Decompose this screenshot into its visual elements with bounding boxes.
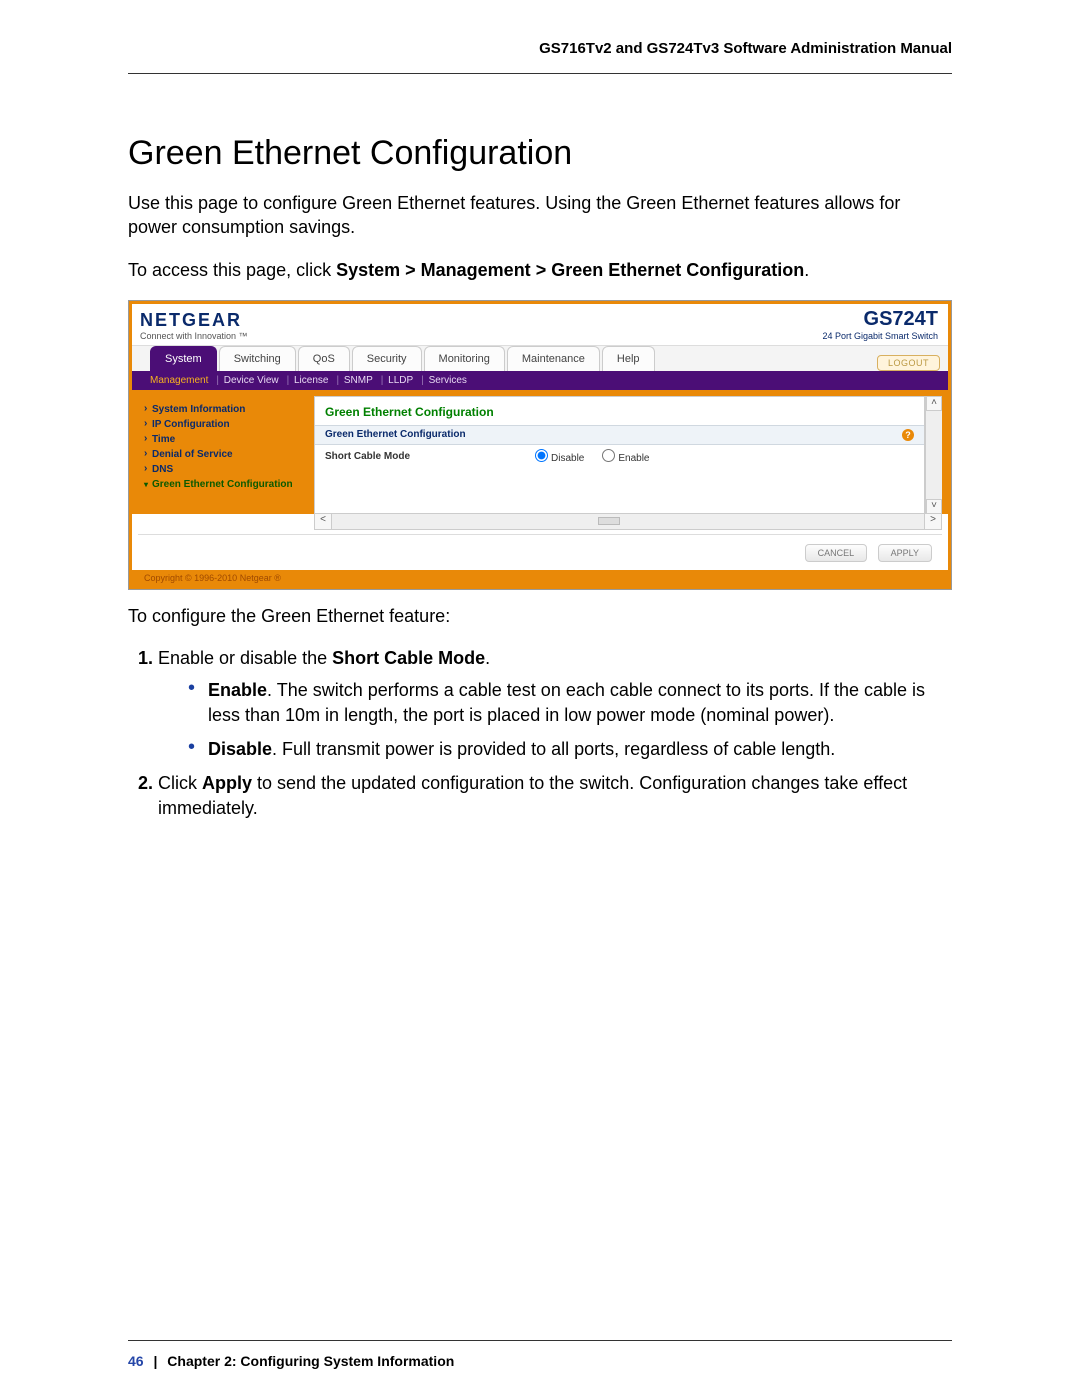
access-sep2: >	[531, 260, 552, 280]
sidebar-item-ipconfig[interactable]: IP Configuration	[144, 417, 308, 432]
sidebar-item-dos[interactable]: Denial of Service	[144, 447, 308, 462]
row-label: Short Cable Mode	[325, 451, 535, 462]
access-paragraph: To access this page, click System > Mana…	[128, 258, 952, 282]
hscroll-grip[interactable]	[598, 517, 620, 525]
page-number: 46	[128, 1353, 144, 1369]
access-path-management: Management	[421, 260, 531, 280]
access-suffix: .	[804, 260, 809, 280]
ui-screenshot: NETGEAR Connect with Innovation ™ GS724T…	[128, 300, 952, 590]
subnav-license[interactable]: License	[294, 375, 328, 386]
brand-block: NETGEAR Connect with Innovation ™	[140, 310, 248, 341]
model-block: GS724T 24 Port Gigabit Smart Switch	[822, 308, 938, 341]
step2-bold: Apply	[202, 773, 252, 793]
panel-header-label: Green Ethernet Configuration	[325, 429, 466, 440]
tab-monitoring[interactable]: Monitoring	[424, 346, 505, 371]
tab-maintenance[interactable]: Maintenance	[507, 346, 600, 371]
subnav-services[interactable]: Services	[429, 375, 467, 386]
step1-bold: Short Cable Mode	[332, 648, 485, 668]
tab-system[interactable]: System	[150, 346, 217, 371]
subnav-lldp[interactable]: LLDP	[388, 375, 413, 386]
access-path-system: System	[336, 260, 400, 280]
scroll-left-icon[interactable]: <	[315, 514, 332, 529]
bullet-enable: Enable. The switch performs a cable test…	[188, 678, 952, 727]
doc-header: GS716Tv2 and GS724Tv3 Software Administr…	[128, 40, 952, 74]
page-footer: 46 | Chapter 2: Configuring System Infor…	[128, 1353, 454, 1369]
bullet-disable-label: Disable	[208, 739, 272, 759]
access-prefix: To access this page, click	[128, 260, 336, 280]
help-icon[interactable]: ?	[902, 429, 914, 441]
vertical-scrollbar[interactable]: ˄ ˅	[925, 396, 942, 514]
radio-disable-label: Disable	[551, 453, 584, 464]
tab-switching[interactable]: Switching	[219, 346, 296, 371]
sidebar: System Information IP Configuration Time…	[138, 396, 314, 514]
sidebar-item-sysinfo[interactable]: System Information	[144, 402, 308, 417]
radio-enable-label: Enable	[618, 453, 649, 464]
access-path-green: Green Ethernet Configuration	[551, 260, 804, 280]
bullet-disable-text: . Full transmit power is provided to all…	[272, 739, 835, 759]
scroll-track[interactable]	[926, 411, 942, 499]
scroll-up-icon[interactable]: ˄	[926, 396, 942, 411]
subnav-sep: |	[381, 375, 384, 386]
radio-disable-input[interactable]	[535, 449, 548, 462]
step-2: Click Apply to send the updated configur…	[158, 771, 952, 820]
configure-lead: To configure the Green Ethernet feature:	[128, 604, 952, 628]
footer-sep: |	[153, 1353, 157, 1369]
panel-title: Green Ethernet Configuration	[315, 397, 924, 425]
panel-footer: CANCEL APPLY	[138, 534, 942, 570]
content-panel: Green Ethernet Configuration Green Ether…	[314, 396, 925, 514]
step2-prefix: Click	[158, 773, 202, 793]
footer-rule	[128, 1340, 952, 1341]
subnav-snmp[interactable]: SNMP	[344, 375, 373, 386]
sidebar-item-green[interactable]: Green Ethernet Configuration	[144, 477, 308, 492]
step1-suffix: .	[485, 648, 490, 668]
subnav-deviceview[interactable]: Device View	[224, 375, 279, 386]
bullet-disable: Disable. Full transmit power is provided…	[188, 737, 952, 761]
bullet-enable-text: . The switch performs a cable test on ea…	[208, 680, 925, 724]
hscroll-track[interactable]	[332, 514, 924, 529]
steps-list: Enable or disable the Short Cable Mode . …	[128, 646, 952, 820]
step1-prefix: Enable or disable the	[158, 648, 332, 668]
secondary-nav: Management| Device View| License| SNMP| …	[132, 371, 948, 390]
horizontal-scrollbar[interactable]: < >	[314, 514, 942, 530]
section-heading: Green Ethernet Configuration	[128, 134, 952, 173]
tab-help[interactable]: Help	[602, 346, 655, 371]
model-subtitle: 24 Port Gigabit Smart Switch	[822, 331, 938, 341]
cancel-button[interactable]: CANCEL	[805, 544, 868, 562]
radio-enable-input[interactable]	[602, 449, 615, 462]
brand-tagline: Connect with Innovation ™	[140, 331, 248, 341]
radio-enable[interactable]: Enable	[602, 449, 649, 464]
step2-suffix: to send the updated configuration to the…	[158, 773, 907, 817]
subnav-sep: |	[336, 375, 339, 386]
tab-security[interactable]: Security	[352, 346, 422, 371]
subnav-sep: |	[421, 375, 424, 386]
step-1: Enable or disable the Short Cable Mode . …	[158, 646, 952, 761]
brand-logo: NETGEAR	[140, 310, 248, 331]
primary-tabs: System Switching QoS Security Monitoring…	[132, 345, 948, 371]
panel-header: Green Ethernet Configuration ?	[315, 425, 924, 445]
subnav-management[interactable]: Management	[150, 375, 208, 386]
sidebar-item-time[interactable]: Time	[144, 432, 308, 447]
logout-button[interactable]: LOGOUT	[877, 355, 940, 371]
apply-button[interactable]: APPLY	[878, 544, 932, 562]
copyright-line: Copyright © 1996-2010 Netgear ®	[132, 570, 948, 586]
chapter-label: Chapter 2: Configuring System Informatio…	[167, 1353, 454, 1369]
model-name: GS724T	[822, 308, 938, 331]
subnav-sep: |	[287, 375, 290, 386]
scroll-right-icon[interactable]: >	[924, 514, 941, 529]
intro-paragraph: Use this page to configure Green Etherne…	[128, 191, 952, 240]
tab-qos[interactable]: QoS	[298, 346, 350, 371]
subnav-sep: |	[216, 375, 219, 386]
bullet-enable-label: Enable	[208, 680, 267, 700]
access-sep1: >	[400, 260, 421, 280]
sidebar-item-dns[interactable]: DNS	[144, 462, 308, 477]
scroll-down-icon[interactable]: ˅	[926, 499, 942, 514]
row-short-cable-mode: Short Cable Mode Disable Enable	[315, 445, 924, 468]
radio-disable[interactable]: Disable	[535, 449, 584, 464]
